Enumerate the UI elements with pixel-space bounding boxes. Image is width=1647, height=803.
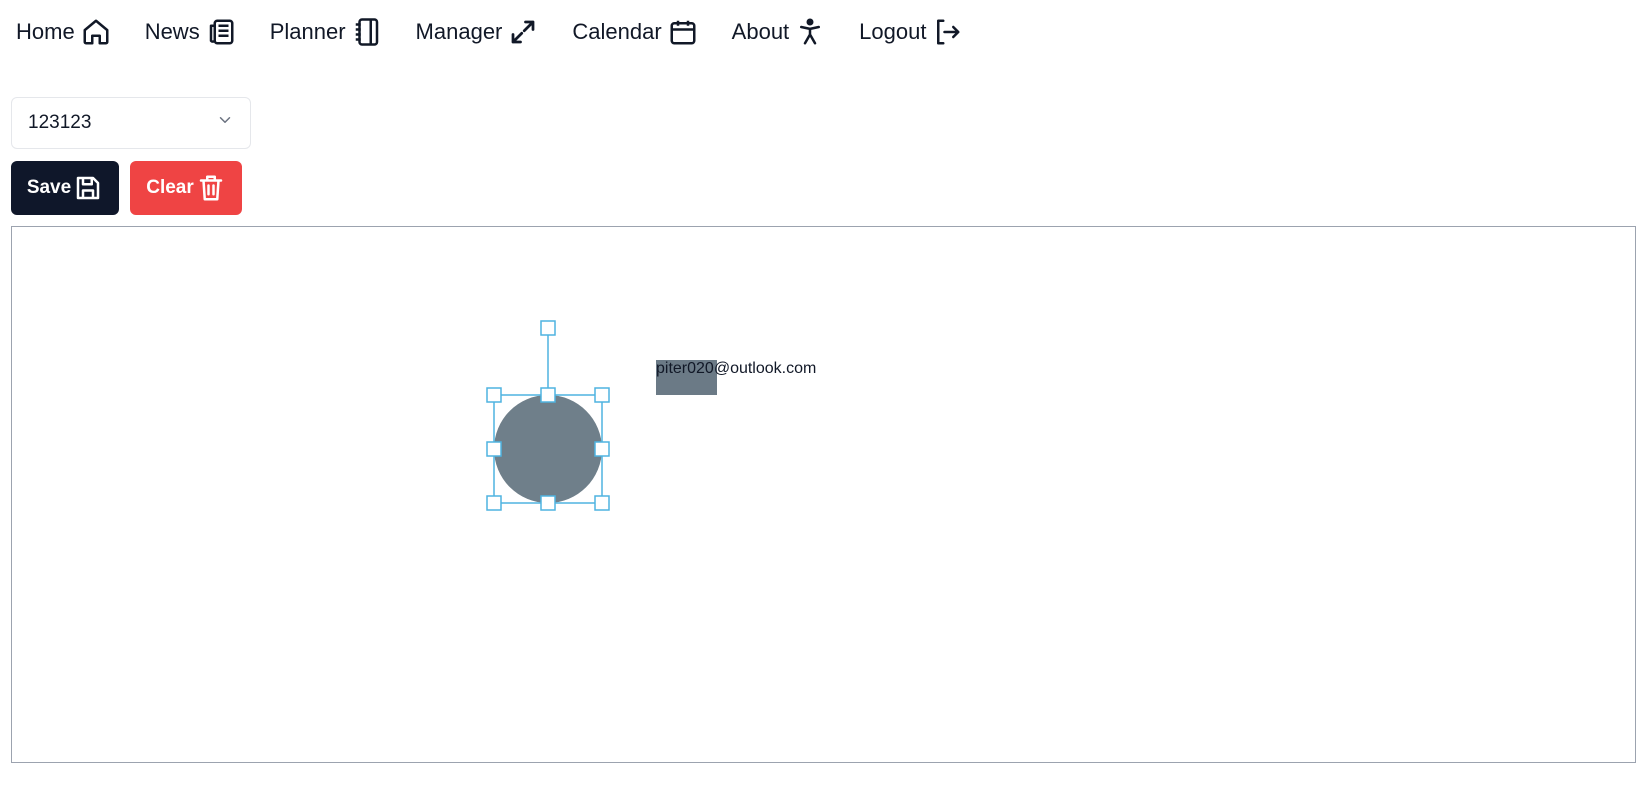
logout-icon (932, 17, 962, 47)
home-icon (81, 17, 111, 47)
design-selector[interactable]: 123123 (11, 97, 251, 149)
accessibility-icon (795, 17, 825, 47)
nav-home[interactable]: Home (16, 17, 111, 47)
resize-handle-top[interactable] (540, 387, 556, 403)
calendar-icon (668, 17, 698, 47)
floppy-disk-icon (73, 173, 103, 203)
circle-shape[interactable] (494, 395, 602, 503)
resize-handle-left[interactable] (486, 441, 502, 457)
nav-news[interactable]: News (145, 17, 236, 47)
resize-handle-bottom[interactable] (540, 495, 556, 511)
top-nav: Home News Planner Manager Calendar About (16, 14, 996, 50)
canvas-shapes (486, 320, 610, 511)
save-button-label: Save (26, 177, 72, 198)
resize-handle-top-left[interactable] (486, 387, 502, 403)
nav-calendar[interactable]: Calendar (572, 17, 697, 47)
nav-calendar-label: Calendar (572, 19, 662, 44)
clear-button[interactable]: Clear (130, 161, 242, 215)
notebook-icon (352, 17, 382, 47)
newspaper-icon (206, 17, 236, 47)
rotate-handle[interactable] (540, 320, 556, 336)
clear-button-label: Clear (146, 177, 194, 198)
resize-handle-bottom-left[interactable] (486, 495, 502, 511)
nav-planner-label: Planner (269, 19, 346, 44)
nav-about-label: About (731, 19, 790, 44)
nav-manager[interactable]: Manager (416, 17, 539, 47)
trash-icon (196, 173, 226, 203)
nav-logout-label: Logout (859, 19, 927, 44)
nav-home-label: Home (16, 19, 75, 44)
design-selector-value: 123123 (28, 112, 92, 133)
nav-news-label: News (144, 19, 200, 44)
resize-handle-right[interactable] (594, 441, 610, 457)
nav-logout[interactable]: Logout (859, 17, 962, 47)
chevron-down-icon (216, 111, 234, 135)
nav-about[interactable]: About (732, 17, 826, 47)
nav-planner[interactable]: Planner (270, 17, 382, 47)
canvas-text-object[interactable]: piter020@outlook.com (656, 360, 816, 378)
resize-handle-bottom-right[interactable] (594, 495, 610, 511)
drawing-canvas[interactable]: piter020@outlook.com (11, 226, 1636, 763)
expand-arrows-icon (508, 17, 538, 47)
save-button[interactable]: Save (11, 161, 119, 215)
resize-handle-top-right[interactable] (594, 387, 610, 403)
nav-manager-label: Manager (415, 19, 503, 44)
